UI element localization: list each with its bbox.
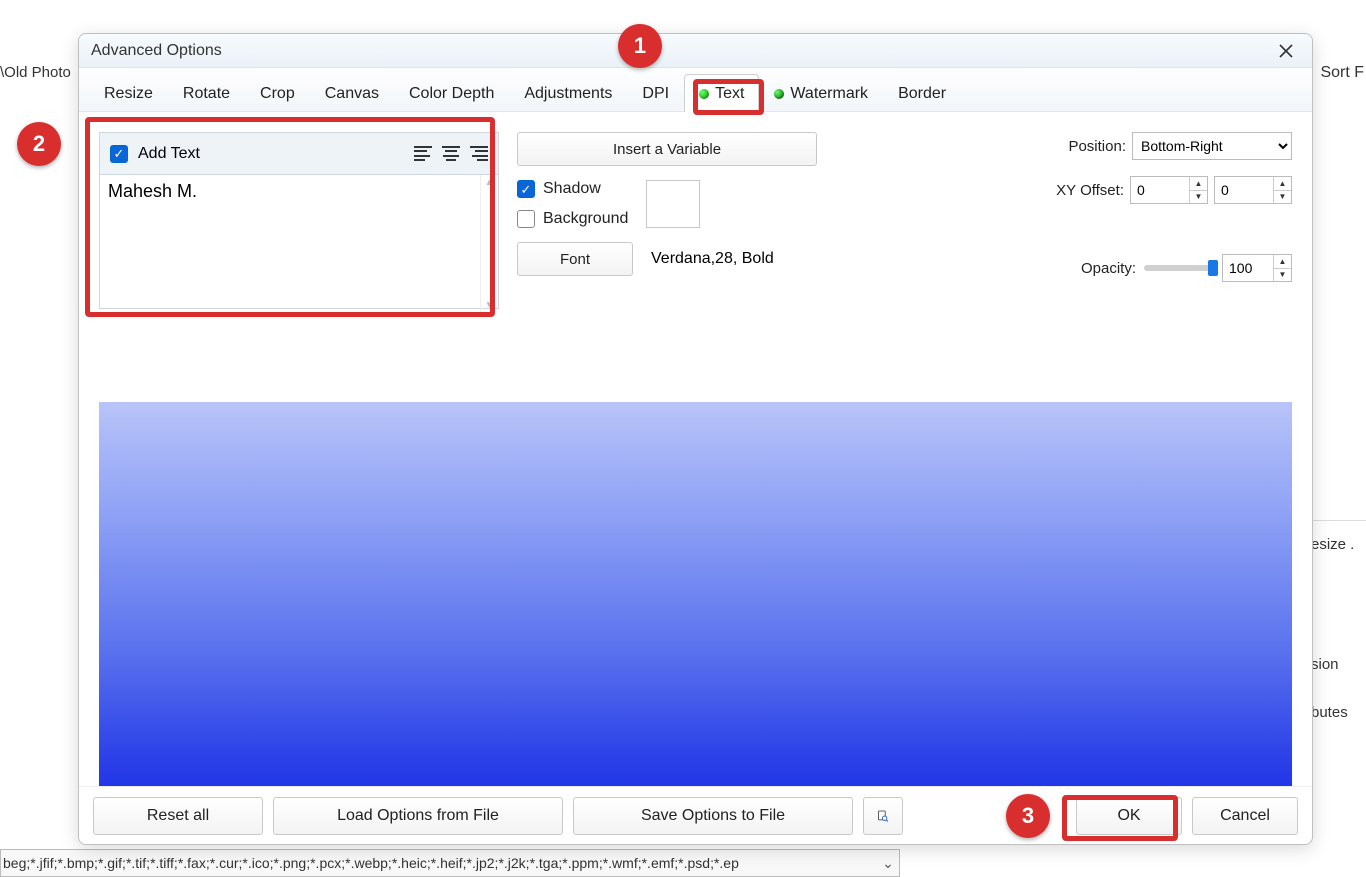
textarea-scrollbar[interactable]: ▲▼ [480,175,498,313]
background-label: Background [543,210,628,228]
status-filter-text: beg;*.jfif;*.bmp;*.gif;*.tif;*.tiff;*.fa… [3,855,877,871]
insert-variable-button[interactable]: Insert a Variable [517,132,817,166]
annotation-badge-1: 1 [618,24,662,68]
align-right-button[interactable] [470,146,488,162]
tab-rotate[interactable]: Rotate [168,74,245,112]
preview-watermark-text: Mahesh M. [1002,782,1268,786]
active-dot-icon [699,89,709,99]
tab-crop[interactable]: Crop [245,74,310,112]
font-description: Verdana,28, Bold [651,250,774,268]
page-magnifier-icon [878,806,888,826]
tab-text[interactable]: Text [684,74,759,112]
bg-right-item: butes [1311,689,1366,737]
preview-canvas: Mahesh M. [99,402,1292,786]
background-checkbox[interactable] [517,210,535,228]
bg-sort-fragment: Sort F [1320,64,1366,82]
opacity-slider[interactable] [1144,265,1214,271]
tab-adjustments[interactable]: Adjustments [509,74,627,112]
spin-down-icon[interactable]: ▼ [1274,269,1291,282]
scroll-up-icon[interactable]: ▲ [485,177,495,188]
tab-resize[interactable]: Resize [89,74,168,112]
bg-path-fragment: \Old Photo [0,64,71,81]
bg-right-item: esize . [1311,521,1366,641]
position-label: Position: [1068,138,1126,155]
dialog-title: Advanced Options [91,42,222,60]
status-bar[interactable]: beg;*.jfif;*.bmp;*.gif;*.tif;*.tiff;*.fa… [0,849,900,877]
close-icon [1279,44,1293,58]
scroll-down-icon[interactable]: ▼ [485,300,495,311]
x-offset-spinner[interactable]: ▲▼ [1130,176,1208,204]
tab-canvas[interactable]: Canvas [310,74,394,112]
opacity-input[interactable] [1223,255,1273,281]
active-dot-icon [774,89,784,99]
y-offset-spinner[interactable]: ▲▼ [1214,176,1292,204]
opacity-spinner[interactable]: ▲▼ [1222,254,1292,282]
spin-up-icon[interactable]: ▲ [1274,255,1291,269]
x-offset-input[interactable] [1131,177,1189,203]
preview-zoom-button[interactable] [863,797,903,835]
annotation-badge-2: 2 [17,122,61,166]
reset-all-button[interactable]: Reset all [93,797,263,835]
shadow-checkbox[interactable] [517,180,535,198]
slider-thumb[interactable] [1208,260,1218,276]
font-button[interactable]: Font [517,242,633,276]
tab-watermark[interactable]: Watermark [759,74,883,112]
spin-down-icon[interactable]: ▼ [1274,191,1291,204]
tab-label: Text [715,85,744,103]
align-center-button[interactable] [442,146,460,162]
tab-dpi[interactable]: DPI [627,74,684,112]
tab-color-depth[interactable]: Color Depth [394,74,509,112]
mid-controls: Insert a Variable Shadow Background Font… [517,132,817,276]
shadow-label: Shadow [543,180,601,198]
annotation-badge-3: 3 [1006,794,1050,838]
bg-right-item: sion [1311,641,1366,689]
right-controls: Position: Bottom-Right XY Offset: ▲▼ ▲▼ … [1012,132,1292,282]
align-left-button[interactable] [414,146,432,162]
bg-right-list: esize . sion butes [1311,520,1366,737]
position-select[interactable]: Bottom-Right [1132,132,1292,160]
add-text-checkbox[interactable] [110,145,128,163]
ok-button[interactable]: OK [1076,797,1182,835]
watermark-text-input[interactable] [99,174,499,309]
color-swatch[interactable] [646,180,700,228]
dialog-footer: Reset all Load Options from File Save Op… [79,786,1312,844]
save-options-button[interactable]: Save Options to File [573,797,853,835]
tab-label: Watermark [790,85,868,103]
chevron-down-icon[interactable]: ⌄ [877,855,899,872]
xy-offset-label: XY Offset: [1056,182,1124,199]
add-text-label: Add Text [138,145,200,163]
spin-up-icon[interactable]: ▲ [1274,177,1291,191]
tab-bar: Resize Rotate Crop Canvas Color Depth Ad… [79,68,1312,112]
close-button[interactable] [1272,37,1300,65]
opacity-label: Opacity: [1081,260,1136,277]
dialog-titlebar[interactable]: Advanced Options [79,34,1312,68]
cancel-button[interactable]: Cancel [1192,797,1298,835]
dialog-body: Add Text ▲▼ Insert a Variable [79,112,1312,786]
add-text-group: Add Text ▲▼ [99,132,499,314]
spin-down-icon[interactable]: ▼ [1190,191,1207,204]
tab-border[interactable]: Border [883,74,961,112]
spin-up-icon[interactable]: ▲ [1190,177,1207,191]
y-offset-input[interactable] [1215,177,1273,203]
advanced-options-dialog: Advanced Options Resize Rotate Crop Canv… [78,33,1313,845]
load-options-button[interactable]: Load Options from File [273,797,563,835]
